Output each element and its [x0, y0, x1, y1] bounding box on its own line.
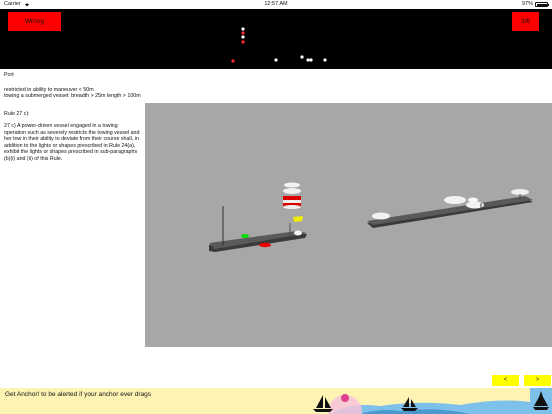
answer-vessel-label: Port: [4, 72, 14, 78]
answer-description-line-2: towing a submerged vessel: breadth > 25m…: [4, 93, 141, 99]
sailboat-icon: [316, 395, 331, 408]
ad-banner[interactable]: Get Anchor! to be alerted if your anchor…: [0, 388, 552, 414]
mast-light-column: [283, 182, 303, 222]
rule-title: Rule 27 c):: [4, 111, 30, 117]
white-light-middle: [241, 35, 245, 39]
previous-button[interactable]: <: [492, 375, 519, 386]
towed-vessel: [367, 189, 533, 228]
tow-light-marker-2: [444, 196, 466, 204]
white-sternlight-marker: [294, 230, 302, 236]
red-sidelight-marker: [259, 242, 271, 248]
clock: 12:57 AM: [264, 1, 288, 7]
tow-light-4: [309, 58, 313, 62]
anchor-app-icon[interactable]: [530, 388, 552, 414]
ad-text: Get Anchor! to be alerted if your anchor…: [5, 391, 151, 398]
masthead-light-top: [241, 27, 245, 31]
tow-light-marker-4: [468, 197, 478, 203]
battery-icon: [535, 2, 549, 7]
battery-percentage: 97%: [521, 1, 533, 7]
night-lights-view: [231, 27, 327, 63]
question-counter-button[interactable]: 3/6: [512, 12, 539, 31]
tow-light-2: [300, 55, 304, 59]
port-sidelight: [231, 59, 235, 63]
next-button[interactable]: >: [524, 375, 551, 386]
tow-light-marker-1: [372, 212, 390, 220]
towing-vessel: [209, 206, 307, 252]
green-sidelight-marker: [241, 234, 249, 238]
rule-text: 27 c) A power-driven vessel engaged in a…: [4, 123, 140, 162]
red-light-lower: [241, 40, 245, 44]
tow-light-1: [274, 58, 278, 62]
wrong-button[interactable]: Wrong: [8, 12, 61, 31]
tow-light-5: [323, 58, 327, 62]
night-view-header: Wrong 3/6: [0, 9, 552, 69]
tow-light-3: [306, 58, 310, 62]
3d-vessel-scene[interactable]: [145, 103, 552, 347]
status-bar: Carrier 12:57 AM 97%: [0, 0, 552, 9]
red-light-upper: [241, 31, 245, 35]
